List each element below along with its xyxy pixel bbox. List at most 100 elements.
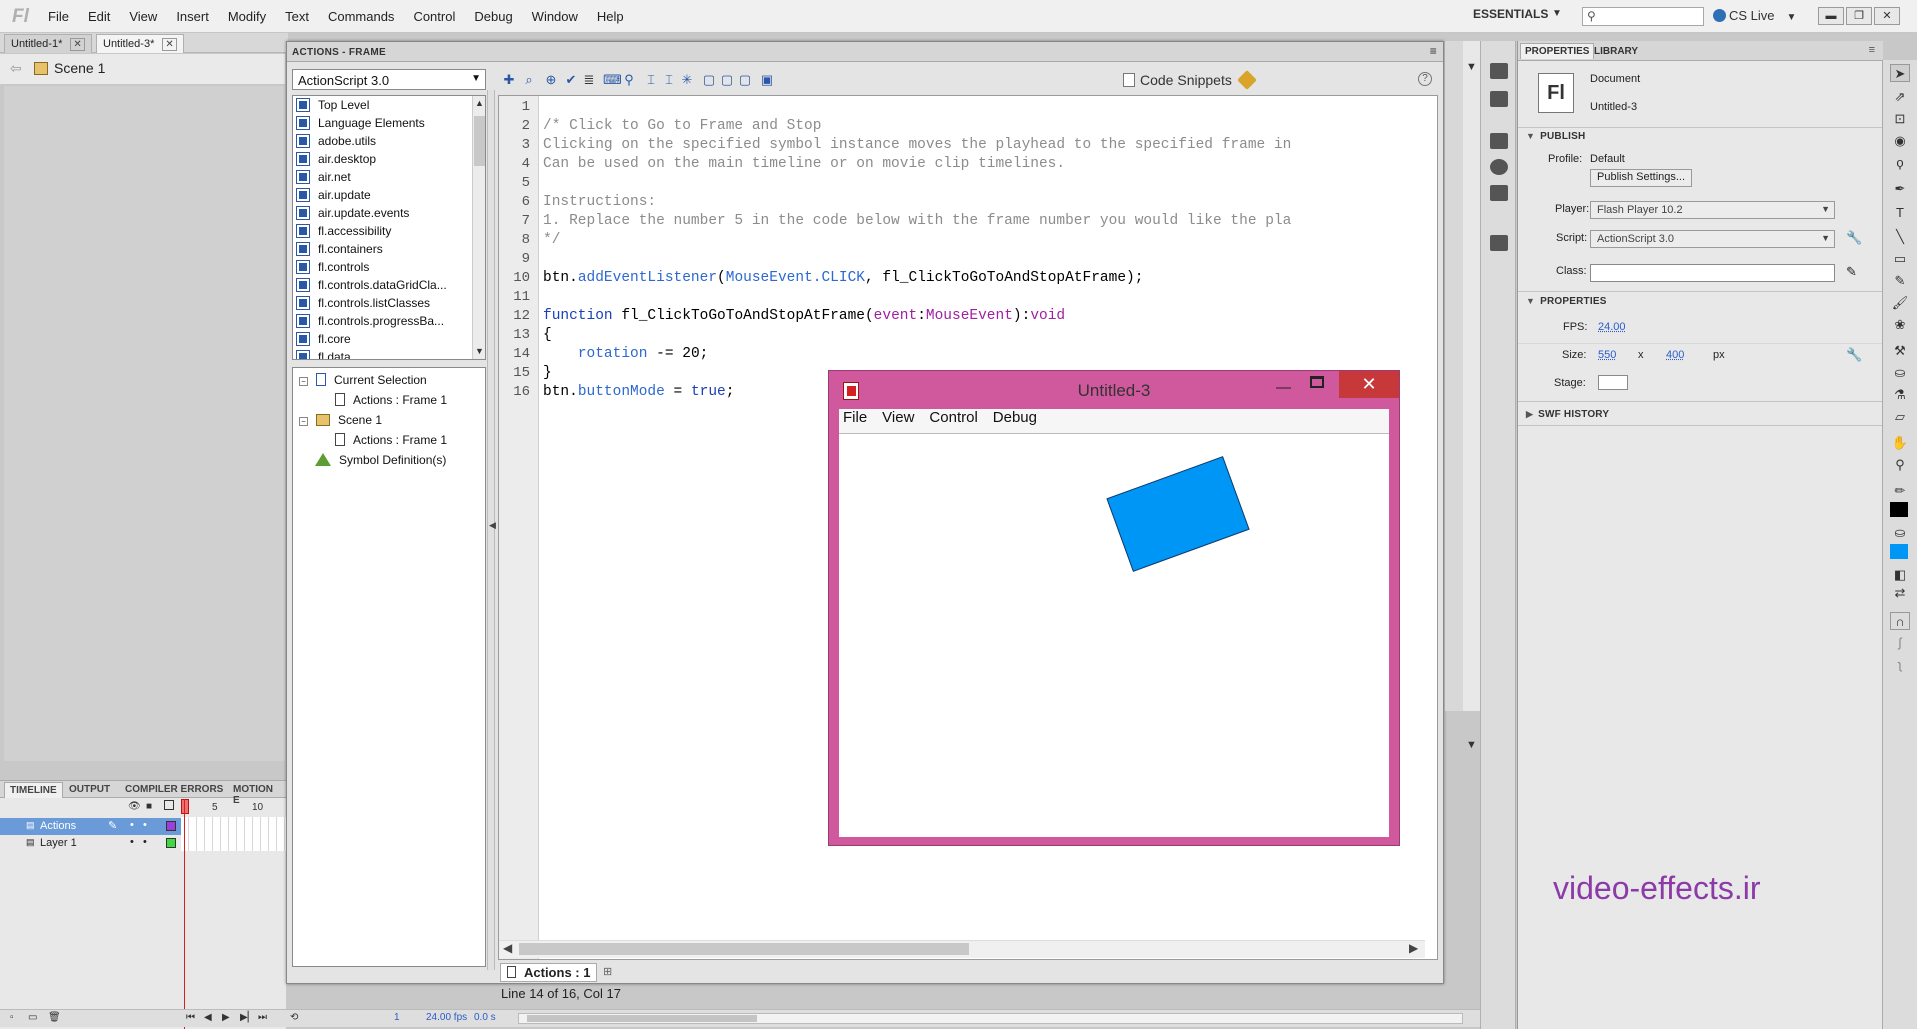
toolbox-item[interactable]: Language Elements (296, 116, 425, 134)
tab-untitled-1[interactable]: Untitled-1* ✕ (4, 34, 92, 53)
playhead[interactable] (184, 799, 185, 1029)
scroll-right-icon[interactable]: ▶ (1409, 941, 1418, 955)
menu-edit[interactable]: Edit (88, 9, 120, 24)
class-input[interactable] (1590, 264, 1835, 282)
step-forward-icon[interactable]: ▶▏ (240, 1012, 255, 1023)
chevron-down-icon[interactable]: ▼ (1466, 61, 1477, 73)
default-colors-icon[interactable]: ◧ (1890, 566, 1910, 584)
bone-tool-icon[interactable]: ⚒ (1890, 342, 1910, 360)
pencil-icon[interactable]: ✎ (1846, 264, 1857, 280)
editor-horizontal-scrollbar[interactable]: ◀ ▶ (499, 940, 1425, 958)
transform-icon[interactable] (1490, 185, 1508, 201)
deco-tool-icon[interactable]: ❀ (1890, 316, 1910, 334)
eyedropper-tool-icon[interactable]: ⚗ (1890, 386, 1910, 404)
script-select[interactable]: ActionScript 3.0 ▼ (1590, 230, 1835, 248)
text-tool-icon[interactable]: T (1890, 204, 1910, 222)
player-select[interactable]: Flash Player 10.2 ▼ (1590, 201, 1835, 219)
menu-help[interactable]: Help (597, 9, 634, 24)
trash-icon[interactable]: 🗑 (48, 1012, 61, 1023)
nav-actions-frame[interactable]: Actions : Frame 1 (335, 393, 447, 407)
panel-menu-icon[interactable]: ≡ (1430, 44, 1437, 58)
line-tool-icon[interactable]: ╲ (1890, 228, 1910, 246)
remove-comment-icon[interactable]: ▢ (737, 72, 753, 88)
outline-icon[interactable] (164, 800, 174, 810)
swf-menu-file[interactable]: File (843, 409, 867, 426)
nav-scene-1[interactable]: − Scene 1 (299, 413, 382, 427)
layer-color-swatch[interactable] (166, 821, 176, 831)
publish-settings-button[interactable]: Publish Settings... (1590, 169, 1693, 187)
elapsed-time[interactable]: 0.0 s (474, 1012, 496, 1023)
align-icon[interactable] (1490, 133, 1508, 149)
toolbox-item[interactable]: air.update (296, 188, 371, 206)
target-path-icon[interactable]: ⊕ (543, 72, 559, 88)
pen-tool-icon[interactable]: ✒ (1890, 180, 1910, 198)
rotated-button-rectangle[interactable] (1106, 456, 1250, 572)
auto-format-icon[interactable]: ≣ (581, 72, 597, 88)
swf-titlebar[interactable]: Untitled-3 — ✕ (829, 371, 1399, 409)
play-icon[interactable]: ▶ (222, 1012, 230, 1023)
step-back-icon[interactable]: ◀ (204, 1012, 212, 1023)
tab-properties[interactable]: PROPERTIES (1520, 43, 1595, 59)
chevron-down-icon[interactable]: ▼ (1466, 739, 1477, 751)
scroll-left-icon[interactable]: ◀ (503, 941, 512, 955)
find-icon[interactable]: ⌕ (521, 72, 537, 88)
toolbox-item[interactable]: fl.controls.dataGridCla... (296, 278, 447, 296)
minimize-button[interactable]: ▬ (1818, 7, 1844, 25)
toolbox-item[interactable]: air.desktop (296, 152, 376, 170)
frame-rate[interactable]: 24.00 fps (426, 1012, 467, 1023)
loop-icon[interactable]: ⟲ (290, 1012, 298, 1023)
close-button[interactable]: ✕ (1874, 7, 1900, 25)
stroke-color-swatch[interactable] (1890, 502, 1908, 517)
cs-live-button[interactable]: CS Live ▼ (1713, 8, 1796, 23)
width-value[interactable]: 550 (1598, 349, 1616, 361)
zoom-tool-icon[interactable]: ⚲ (1890, 456, 1910, 474)
straighten-icon[interactable]: ʅ (1890, 656, 1910, 674)
nav-current-selection[interactable]: − Current Selection (299, 373, 427, 387)
swf-menu-debug[interactable]: Debug (993, 409, 1037, 426)
tab-untitled-3[interactable]: Untitled-3* ✕ (96, 34, 184, 53)
menu-modify[interactable]: Modify (228, 9, 276, 24)
playhead-handle[interactable] (181, 799, 189, 814)
workspace-switcher[interactable]: ESSENTIALS (1473, 7, 1548, 21)
stage-vertical-scrollbar[interactable]: ▼ ▼ (1463, 41, 1481, 751)
height-value[interactable]: 400 (1666, 349, 1684, 361)
color-panel-icon[interactable] (1490, 63, 1508, 79)
menu-view[interactable]: View (129, 9, 167, 24)
scrollbar-thumb[interactable] (527, 1015, 757, 1022)
toolbox-item[interactable]: fl.controls.progressBa... (296, 314, 444, 332)
menu-insert[interactable]: Insert (176, 9, 219, 24)
collapse-arrow-icon[interactable]: ◀ (489, 520, 496, 531)
check-syntax-icon[interactable]: ✔ (563, 72, 579, 88)
expand-all-icon[interactable]: ✳ (679, 72, 695, 88)
close-icon[interactable]: ✕ (162, 38, 177, 51)
snap-magnet-icon[interactable]: ∩ (1890, 612, 1910, 630)
actions-panel-titlebar[interactable]: ACTIONS - FRAME ≡ (287, 42, 1443, 62)
debug-options-icon[interactable]: ⚲ (621, 72, 637, 88)
maximize-button[interactable]: ❐ (1846, 7, 1872, 25)
selection-tool-icon[interactable]: ➤ (1890, 64, 1910, 82)
swatches-icon[interactable] (1490, 91, 1508, 107)
toolbox-item[interactable]: fl.data (296, 350, 351, 359)
fill-color-swatch[interactable] (1890, 544, 1908, 559)
fill-color-icon[interactable]: ⛀ (1890, 524, 1910, 542)
collapse-icon[interactable]: − (299, 377, 308, 386)
back-arrow-icon[interactable]: ⇦ (10, 60, 22, 77)
maximize-button[interactable] (1310, 376, 1324, 388)
panel-splitter[interactable]: ◀ (487, 90, 496, 970)
swf-menu-control[interactable]: Control (929, 409, 977, 426)
swf-menu-view[interactable]: View (882, 409, 914, 426)
toolbox-item[interactable]: air.net (296, 170, 351, 188)
stroke-color-icon[interactable]: ✏ (1890, 482, 1910, 500)
language-select[interactable]: ActionScript 3.0 ▼ (292, 69, 486, 90)
collapse-between-icon[interactable]: ⌶ (643, 72, 659, 88)
layer-color-swatch[interactable] (166, 838, 176, 848)
wrench-icon[interactable]: 🔧 (1846, 347, 1862, 363)
minimize-button[interactable]: — (1276, 379, 1291, 396)
show-toolbox-icon[interactable]: ▣ (759, 72, 775, 88)
nav-scene-actions-frame[interactable]: Actions : Frame 1 (335, 433, 447, 447)
wrench-icon[interactable]: 🔧 (1846, 230, 1862, 246)
scroll-down-icon[interactable]: ▼ (475, 346, 484, 356)
menu-file[interactable]: File (48, 9, 79, 24)
frame-grid[interactable] (181, 817, 286, 851)
section-properties[interactable]: ▼ PROPERTIES (1526, 296, 1607, 307)
